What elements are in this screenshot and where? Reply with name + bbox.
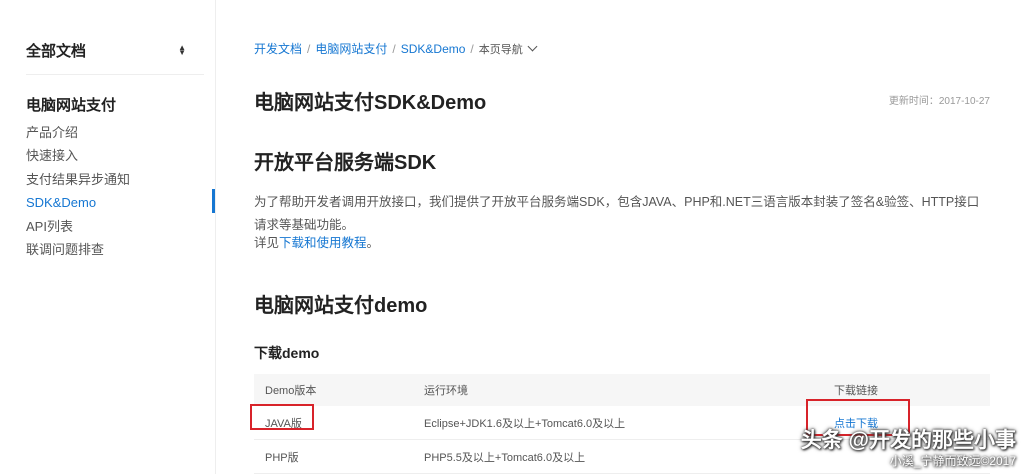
main-content: 开发文档 / 电脑网站支付 / SDK&Demo / 本页导航 电脑网站支付SD…: [250, 0, 994, 474]
sidebar: 全部文档 ▲ ▼ 电脑网站支付 产品介绍 快速接入 支付结果异步通知 SDK&De…: [0, 0, 216, 474]
all-docs-label: 全部文档: [26, 42, 87, 60]
breadcrumb-separator: /: [470, 41, 474, 56]
sidebar-divider: [26, 74, 204, 75]
see-tutorial-line: 详见下载和使用教程。: [254, 233, 379, 253]
breadcrumb-sdk-demo[interactable]: SDK&Demo: [401, 42, 466, 56]
header-link: 下载链接: [834, 385, 878, 397]
breadcrumb-separator: /: [307, 41, 311, 56]
demo-table: Demo版本 运行环境 下载链接 JAVA版 Eclipse+JDK1.6及以上…: [250, 374, 990, 474]
row-link: 点击下载: [806, 398, 990, 436]
breadcrumb: 开发文档 / 电脑网站支付 / SDK&Demo / 本页导航: [254, 40, 538, 57]
header-version: Demo版本: [265, 385, 317, 397]
page-title: 电脑网站支付SDK&Demo: [254, 92, 487, 114]
row-version: JAVA版: [250, 403, 416, 431]
active-indicator: [212, 189, 215, 213]
sidebar-section-title: 电脑网站支付: [26, 97, 117, 114]
sidebar-item-quick-start[interactable]: 快速接入: [26, 144, 130, 167]
breadcrumb-dev-docs[interactable]: 开发文档: [254, 40, 302, 57]
sidebar-item-api-list[interactable]: API列表: [26, 215, 130, 238]
download-demo-heading: 下载demo: [254, 345, 320, 361]
highlight-box: [250, 403, 314, 430]
sidebar-item-troubleshooting[interactable]: 联调问题排查: [26, 238, 130, 261]
breadcrumb-separator: /: [392, 41, 396, 56]
sort-icon: ▲ ▼: [178, 43, 186, 57]
chevron-down-icon: [527, 41, 538, 52]
breadcrumb-pc-payment[interactable]: 电脑网站支付: [315, 40, 387, 57]
sdk-heading: 开放平台服务端SDK: [254, 152, 437, 174]
tutorial-link[interactable]: 下载和使用教程: [279, 236, 367, 250]
table-row: PHP版 PHP5.5及以上+Tomcat6.0及以上: [254, 440, 990, 474]
header-env: 运行环境: [424, 385, 468, 397]
see-suffix: 。: [366, 236, 380, 250]
see-prefix: 详见: [254, 236, 280, 250]
row-version: PHP版: [265, 451, 299, 464]
sidebar-nav: 产品介绍 快速接入 支付结果异步通知 SDK&Demo API列表 联调问题排查: [26, 121, 130, 261]
update-time: 更新时间：2017-10-27: [888, 96, 990, 107]
highlight-box: [806, 398, 910, 436]
demo-heading: 电脑网站支付demo: [254, 295, 428, 317]
table-row: JAVA版 Eclipse+JDK1.6及以上+Tomcat6.0及以上 点击下…: [250, 398, 990, 440]
sdk-description: 为了帮助开发者调用开放接口，我们提供了开放平台服务端SDK，包含JAVA、PHP…: [254, 195, 980, 232]
sidebar-item-sdk-demo[interactable]: SDK&Demo: [26, 191, 130, 214]
sidebar-item-product-intro[interactable]: 产品介绍: [26, 121, 130, 144]
sidebar-item-async-notify[interactable]: 支付结果异步通知: [26, 168, 130, 191]
all-docs-selector[interactable]: 全部文档 ▲ ▼: [26, 40, 186, 60]
row-env: PHP5.5及以上+Tomcat6.0及以上: [424, 451, 586, 464]
page-nav-label: 本页导航: [478, 43, 523, 56]
row-env: Eclipse+JDK1.6及以上+Tomcat6.0及以上: [424, 417, 626, 430]
page-nav-dropdown[interactable]: 本页导航: [478, 41, 538, 57]
